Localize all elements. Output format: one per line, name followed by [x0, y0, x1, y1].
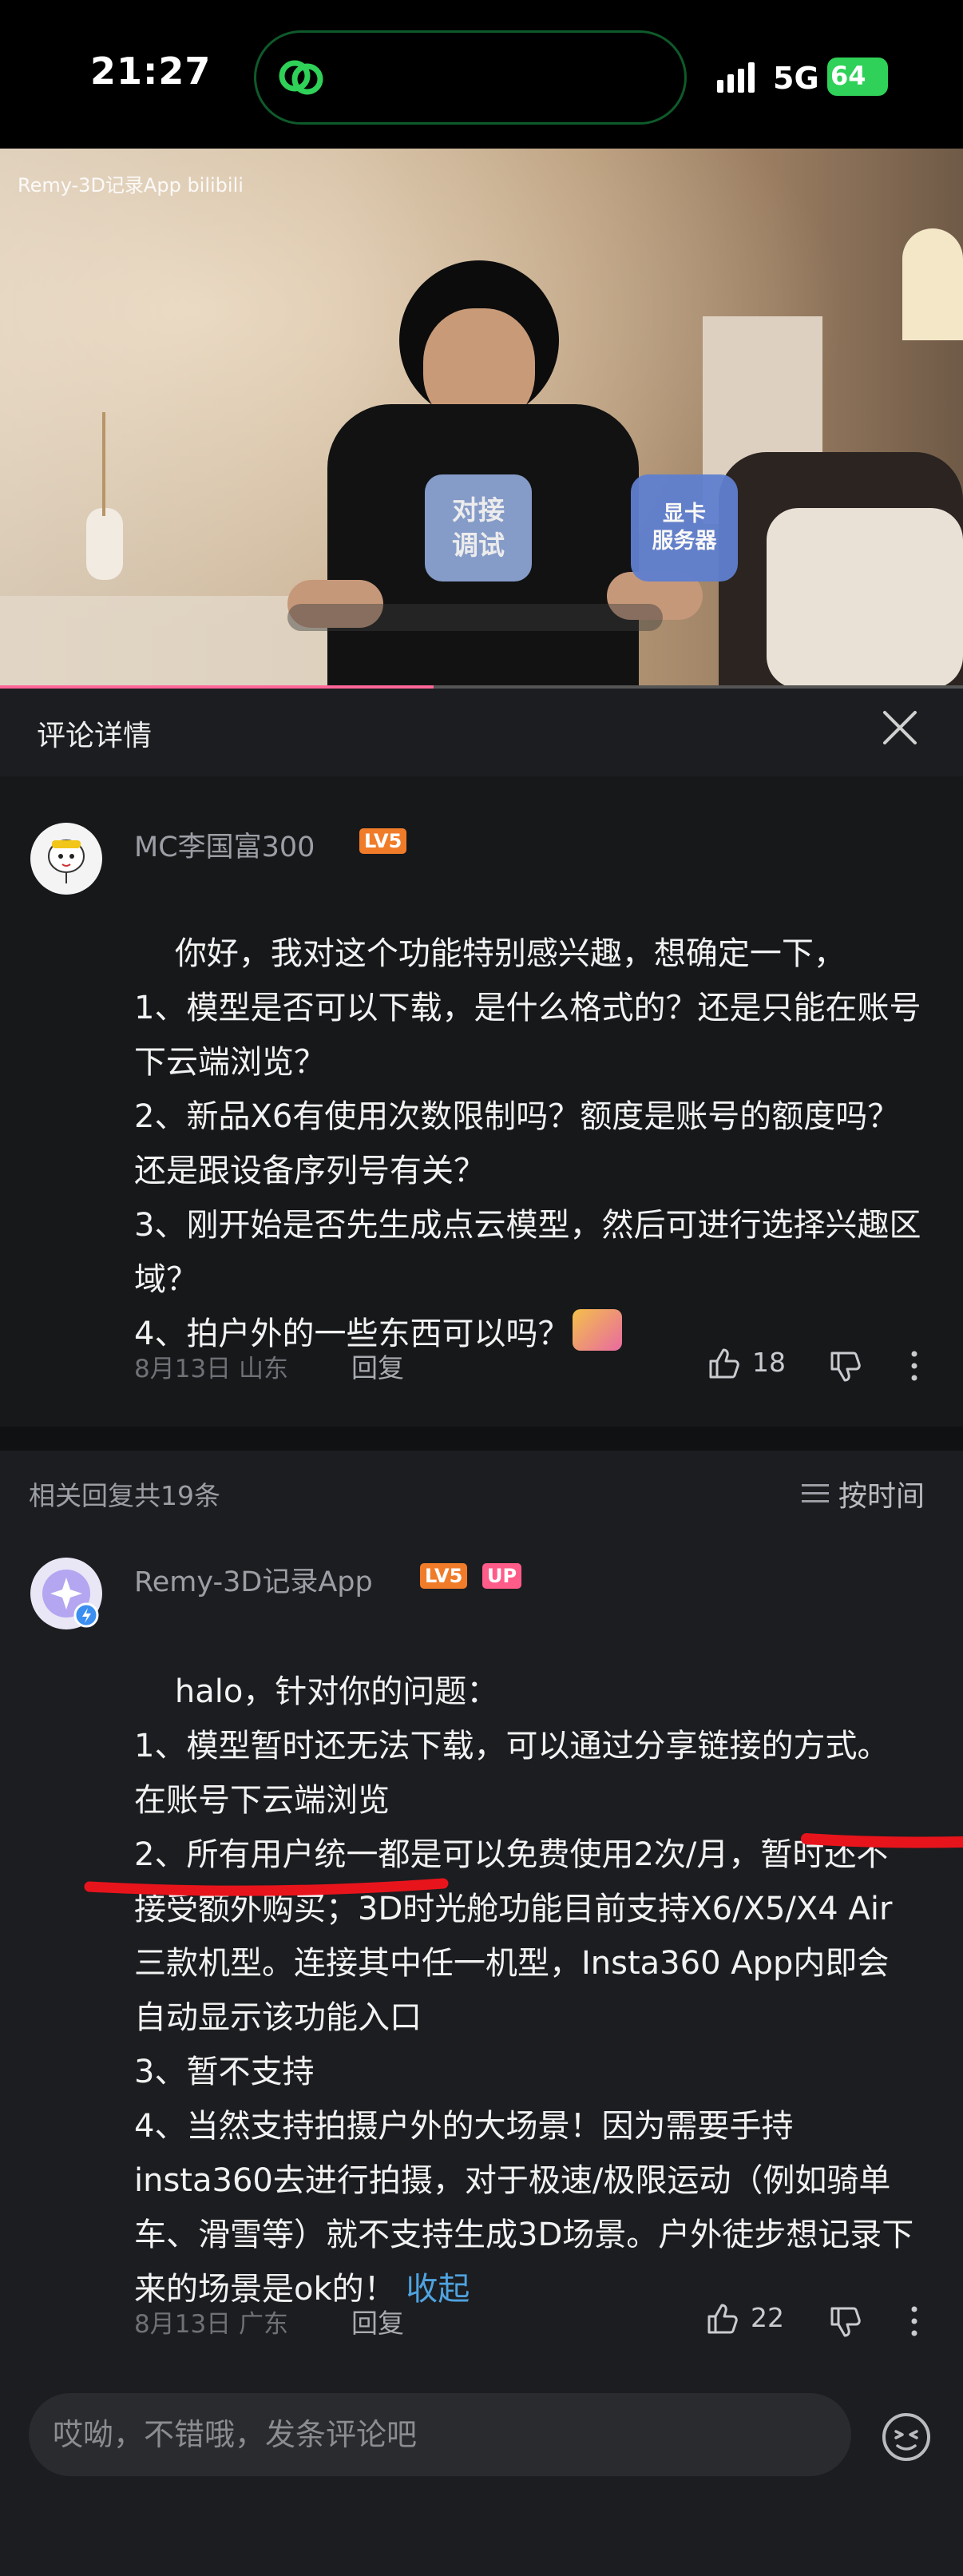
like-count: 22: [751, 2302, 784, 2333]
menu-lines-icon: [802, 1484, 829, 1502]
up-badge: UP: [482, 1563, 522, 1589]
close-icon[interactable]: [880, 708, 920, 748]
comment-input[interactable]: [29, 2393, 851, 2476]
reply-text: halo，针对你的问题： 1、模型暂时还无法下载，可以通过分享链接的方式。在账号…: [134, 1673, 914, 2308]
section-divider: [0, 1427, 963, 1451]
video-player[interactable]: Remy-3D记录App bilibili 对接 调试 显卡 服务器: [0, 149, 963, 689]
sort-label: 按时间: [838, 1480, 925, 1513]
emoji-icon[interactable]: [878, 2409, 934, 2465]
more-icon[interactable]: [910, 2305, 918, 2337]
avatar[interactable]: [30, 1558, 102, 1629]
replies-header: 相关回复共19条 按时间: [0, 1451, 963, 1530]
collapse-link[interactable]: 收起: [406, 2271, 470, 2308]
comment-text: 你好，我对这个功能特别感兴趣，想确定一下， 1、模型是否可以下载，是什么格式的？…: [134, 935, 921, 1352]
avatar-mascot-icon: [48, 839, 85, 883]
network-type: 5G: [773, 61, 819, 96]
level-badge: LV5: [359, 828, 407, 854]
main-comment: MC李国富300 LV5 你好，我对这个功能特别感兴趣，想确定一下， 1、模型是…: [0, 776, 963, 1427]
video-overlay-label: 对接 调试: [425, 474, 532, 581]
replies-count: 相关回复共19条: [29, 1480, 220, 1511]
reply-date: 8月13日 广东: [134, 2310, 289, 2339]
comment-username[interactable]: MC李国富300: [134, 824, 315, 865]
panel-title: 评论详情: [37, 720, 153, 752]
battery-level: 64: [830, 61, 866, 91]
video-overlay-label: 显卡 服务器: [631, 474, 738, 581]
reply-item: Remy-3D记录App LV5 UP halo，针对你的问题： 1、模型暂时还…: [0, 1530, 963, 2372]
reply-button[interactable]: 回复: [351, 2302, 404, 2340]
status-bar: 21:27 5G 64: [0, 0, 963, 149]
status-time: 21:27: [90, 50, 212, 93]
avatar-sparkle-icon: [42, 1570, 99, 1628]
like-icon[interactable]: [706, 1345, 743, 1382]
signal-icon: [717, 62, 755, 93]
emoji-sticker-icon: [573, 1309, 623, 1351]
avatar[interactable]: [30, 823, 102, 895]
comment-date: 8月13日 山东: [134, 1355, 289, 1383]
dislike-icon[interactable]: [827, 1348, 864, 1385]
dynamic-island: [254, 30, 687, 125]
sort-button[interactable]: 按时间: [802, 1473, 925, 1514]
link-icon: [279, 60, 323, 95]
dislike-icon[interactable]: [827, 2304, 864, 2340]
video-watermark: Remy-3D记录App bilibili: [18, 174, 244, 196]
reply-username[interactable]: Remy-3D记录App: [134, 1559, 373, 1600]
level-badge: LV5: [420, 1563, 468, 1589]
reply-button[interactable]: 回复: [351, 1347, 404, 1385]
more-icon[interactable]: [910, 1350, 918, 1382]
comment-panel-header: 评论详情: [0, 689, 963, 776]
like-icon[interactable]: [704, 2300, 741, 2337]
like-count: 18: [752, 1347, 786, 1378]
